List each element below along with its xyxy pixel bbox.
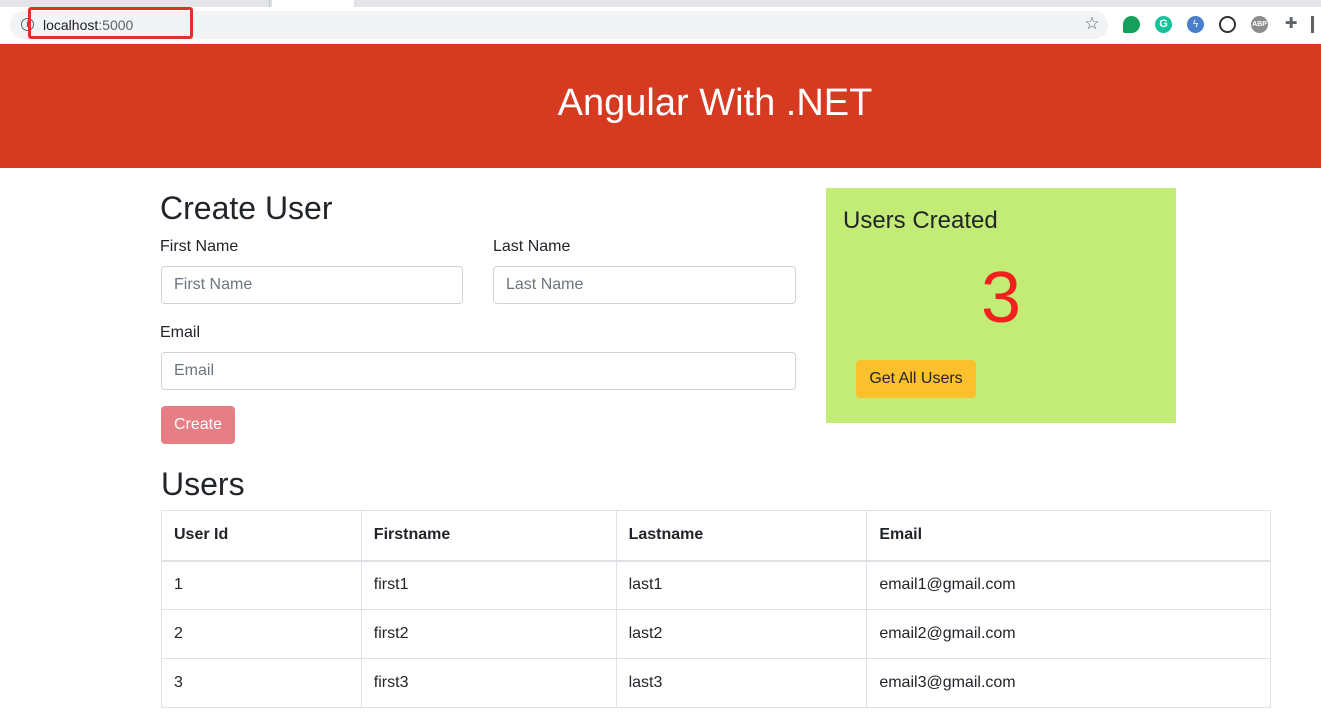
browser-tab[interactable]: [356, 0, 1321, 7]
cell-email: email3@gmail.com: [866, 658, 1271, 708]
first-name-label: First Name: [160, 238, 239, 255]
cell-lastname: last2: [615, 609, 868, 659]
column-header-lastname: Lastname: [615, 510, 868, 562]
users-created-title: Users Created: [843, 207, 998, 234]
cell-email: email2@gmail.com: [866, 609, 1271, 659]
bolt-icon[interactable]: ϟ: [1187, 16, 1204, 33]
cell-firstname: first1: [360, 560, 617, 610]
adblock-icon[interactable]: ABP: [1251, 16, 1268, 33]
cell-firstname: first2: [360, 609, 617, 659]
users-created-count-value: 3: [980, 258, 1022, 338]
app-title: Angular With .NET: [557, 82, 873, 124]
reading-list-icon[interactable]: [1311, 16, 1321, 33]
cell-user-id: 2: [161, 609, 362, 659]
users-created-card: Users Created 3 Get All Users: [826, 188, 1176, 423]
evernote-icon[interactable]: [1123, 16, 1140, 33]
url-highlight-box: [28, 7, 193, 39]
table-header-row: User Id Firstname Lastname Email: [161, 510, 1271, 562]
get-all-users-button[interactable]: Get All Users: [856, 360, 976, 398]
column-header-user-id: User Id: [161, 510, 362, 562]
users-created-count: 3: [826, 258, 1176, 338]
extensions-puzzle-icon[interactable]: ✚: [1283, 16, 1299, 32]
table-row: 3 first3 last3 email3@gmail.com: [161, 658, 1271, 708]
cell-user-id: 3: [161, 658, 362, 708]
email-field[interactable]: [161, 352, 796, 390]
table-row: 2 first2 last2 email2@gmail.com: [161, 609, 1271, 659]
browser-tab-active[interactable]: [272, 0, 354, 7]
cell-user-id: 1: [161, 560, 362, 610]
column-header-email: Email: [866, 510, 1271, 562]
cell-email: email1@gmail.com: [866, 560, 1271, 610]
cell-firstname: first3: [360, 658, 617, 708]
create-user-heading: Create User: [160, 190, 333, 226]
browser-tab[interactable]: [0, 0, 270, 7]
tab-strip: [0, 0, 1321, 7]
last-name-field[interactable]: [493, 266, 796, 304]
star-icon[interactable]: ☆: [1083, 15, 1101, 33]
column-header-firstname: Firstname: [360, 510, 617, 562]
cell-lastname: last1: [615, 560, 868, 610]
email-label: Email: [160, 324, 201, 341]
browser-toolbar: i localhost:5000 ☆ G ϟ ABP ✚: [0, 7, 1321, 44]
cell-lastname: last3: [615, 658, 868, 708]
users-heading: Users: [161, 466, 245, 502]
grammarly-icon[interactable]: G: [1155, 16, 1172, 33]
sync-icon[interactable]: [1219, 16, 1236, 33]
create-button[interactable]: Create: [161, 406, 235, 444]
table-row: 1 first1 last1 email1@gmail.com: [161, 560, 1271, 610]
users-table: User Id Firstname Lastname Email 1 first…: [161, 510, 1271, 708]
last-name-label: Last Name: [493, 238, 571, 255]
first-name-field[interactable]: [161, 266, 463, 304]
